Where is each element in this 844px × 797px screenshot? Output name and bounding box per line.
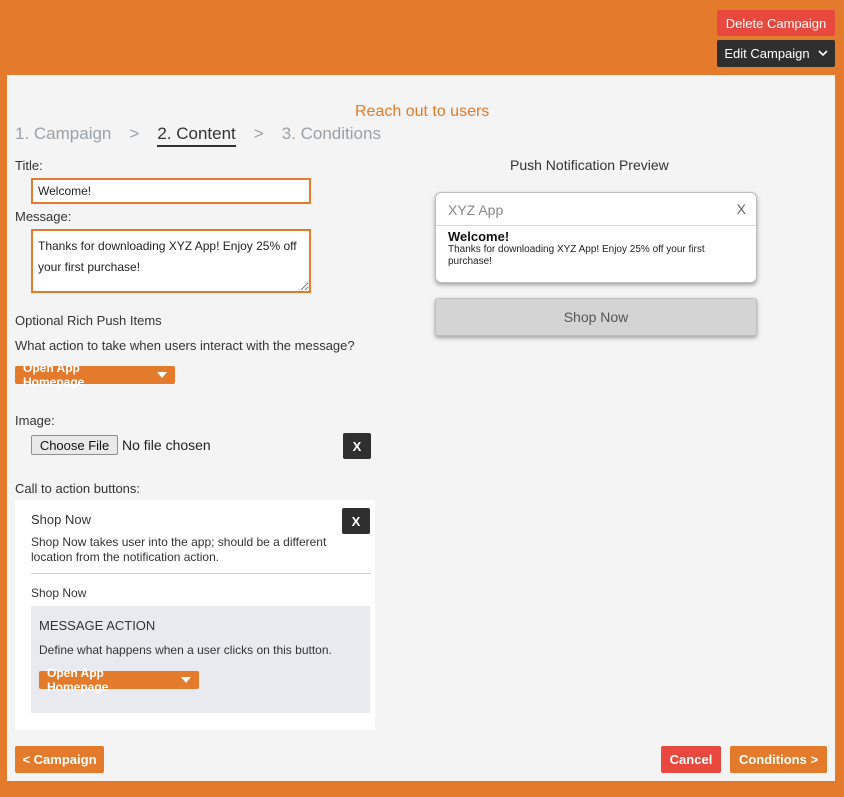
cta-card: Shop Now X Shop Now takes user into the … bbox=[15, 500, 375, 730]
campaign-editor-frame: Delete Campaign Edit Campaign Reach out … bbox=[0, 0, 844, 797]
title-label: Title: bbox=[15, 158, 43, 173]
cta-action-value: Open App Homepage bbox=[47, 666, 109, 694]
cancel-button[interactable]: Cancel bbox=[661, 746, 721, 773]
close-icon: X bbox=[736, 201, 746, 217]
step-separator: > bbox=[129, 124, 140, 143]
divider bbox=[31, 573, 371, 574]
wizard-steps: 1. Campaign > 2. Content > 3. Conditions bbox=[15, 124, 381, 147]
step-campaign[interactable]: 1. Campaign bbox=[15, 124, 111, 147]
delete-campaign-button[interactable]: Delete Campaign bbox=[717, 10, 835, 36]
remove-cta-button[interactable]: X bbox=[342, 508, 370, 534]
caret-down-icon bbox=[157, 372, 167, 378]
preview-heading: Push Notification Preview bbox=[510, 157, 669, 173]
message-label: Message: bbox=[15, 209, 72, 224]
cta-action-dropdown[interactable]: Open App Homepage bbox=[39, 666, 199, 694]
preview-body: Thanks for downloading XYZ App! Enjoy 25… bbox=[448, 244, 705, 267]
cta-label: Call to action buttons: bbox=[15, 481, 141, 496]
caret-down-icon bbox=[181, 677, 191, 683]
step-content[interactable]: 2. Content bbox=[157, 124, 236, 147]
notification-action-dropdown[interactable]: Open App Homepage bbox=[15, 361, 175, 389]
choose-file-button[interactable]: Choose File bbox=[31, 435, 118, 455]
rich-push-label: Optional Rich Push Items bbox=[15, 313, 162, 328]
step-separator: > bbox=[253, 124, 264, 143]
action-question: What action to take when users interact … bbox=[15, 338, 355, 353]
edit-campaign-button[interactable]: Edit Campaign bbox=[717, 40, 835, 67]
preview-title: Welcome! bbox=[448, 229, 510, 244]
remove-image-button[interactable]: X bbox=[343, 433, 371, 459]
cta-title: Shop Now bbox=[31, 512, 91, 527]
image-label: Image: bbox=[15, 413, 55, 428]
step-conditions[interactable]: 3. Conditions bbox=[282, 124, 381, 147]
divider bbox=[436, 225, 756, 226]
message-textarea[interactable]: Thanks for downloading XYZ App! Enjoy 25… bbox=[31, 229, 311, 293]
chevron-down-icon bbox=[818, 50, 828, 57]
file-status: No file chosen bbox=[122, 437, 211, 453]
cta-button-name: Shop Now bbox=[31, 586, 87, 600]
preview-shop-now-button: Shop Now bbox=[435, 298, 757, 336]
message-action-section: MESSAGE ACTION Define what happens when … bbox=[31, 606, 370, 713]
title-input[interactable] bbox=[31, 178, 311, 204]
message-action-title: MESSAGE ACTION bbox=[39, 618, 156, 633]
edit-campaign-label: Edit Campaign bbox=[724, 46, 810, 61]
message-action-description: Define what happens when a user clicks o… bbox=[39, 643, 332, 657]
preview-app-name: XYZ App bbox=[448, 202, 504, 218]
back-campaign-button[interactable]: < Campaign bbox=[15, 746, 104, 773]
notification-preview: XYZ App X Welcome! Thanks for downloadin… bbox=[435, 192, 757, 283]
wizard-heading: Reach out to users bbox=[355, 103, 490, 120]
cta-description: Shop Now takes user into the app; should… bbox=[31, 535, 327, 564]
notification-action-value: Open App Homepage bbox=[23, 361, 85, 389]
next-conditions-button[interactable]: Conditions > bbox=[730, 746, 827, 773]
